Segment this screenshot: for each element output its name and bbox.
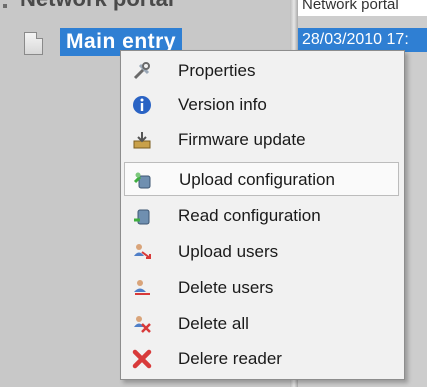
firmware-icon: [133, 132, 151, 149]
menu-item-label: Read configuration: [178, 206, 321, 225]
properties-icon: [133, 62, 150, 80]
menu-item-delete-reader[interactable]: Delere reader: [124, 342, 399, 376]
document-icon: [24, 32, 43, 55]
menu-item-label: Delete all: [178, 314, 249, 333]
list-header-text: Network portal: [298, 0, 427, 16]
menu-item-firmware-update[interactable]: Firmware update: [124, 123, 399, 157]
menu-item-upload-users[interactable]: Upload users: [124, 235, 399, 269]
context-menu: Properties Version info Firmware update …: [120, 50, 405, 380]
menu-item-upload-configuration[interactable]: Upload configuration: [124, 162, 399, 196]
info-icon: [133, 96, 151, 114]
tree-connector: [3, 4, 7, 8]
delete-users-icon: [134, 280, 150, 295]
menu-item-label: Firmware update: [178, 130, 306, 149]
menu-item-label: Upload users: [178, 242, 279, 261]
read-config-icon: [134, 209, 150, 225]
menu-item-label: Delete users: [178, 278, 274, 297]
menu-item-read-configuration[interactable]: Read configuration: [124, 199, 399, 233]
menu-item-version-info[interactable]: Version info: [124, 88, 399, 122]
tree-root-label[interactable]: Network portal: [20, 0, 174, 12]
delete-reader-icon: [132, 349, 152, 369]
list-row-selected[interactable]: 28/03/2010 17:: [298, 28, 427, 52]
delete-all-icon: [134, 316, 151, 333]
upload-users-icon: [134, 244, 151, 259]
menu-item-label: Delere reader: [178, 349, 282, 368]
menu-item-label: Version info: [178, 95, 267, 114]
menu-item-label: Upload configuration: [179, 170, 335, 189]
menu-item-properties[interactable]: Properties: [124, 54, 399, 88]
upload-config-icon: [133, 172, 151, 189]
menu-item-delete-users[interactable]: Delete users: [124, 271, 399, 305]
menu-item-label: Properties: [178, 61, 256, 80]
menu-item-delete-all[interactable]: Delete all: [124, 307, 399, 341]
